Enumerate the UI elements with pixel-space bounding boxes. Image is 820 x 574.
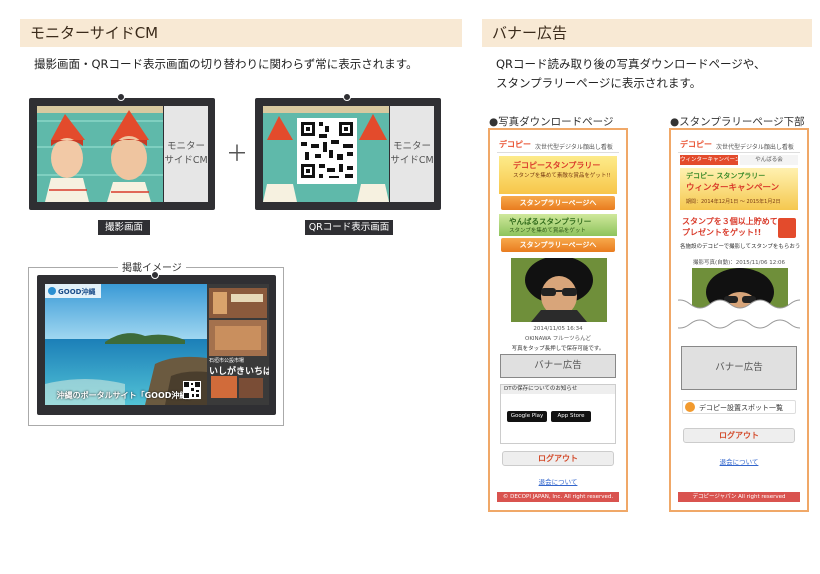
- hanging-hole: [117, 93, 125, 101]
- tab-yanbaru[interactable]: やんばる会: [740, 155, 798, 165]
- qr-screen: [263, 106, 389, 202]
- shop-subtitle: 石垣市公設市場: [209, 358, 245, 364]
- page-footer: デコピージャパン All right reserved: [678, 492, 800, 502]
- sample-side-cm: 石垣市公設市場 いしがきいちば: [207, 284, 269, 405]
- stamp-rally-page: デコピー 次世代型デジタル顔出し看板 ウィンターキャンペーン やんばる会 デコピ…: [678, 138, 800, 502]
- shooting-screen: [37, 106, 163, 202]
- winter-campaign-banner: デコピー スタンプラリー ウィンターキャンペーン 期間：2014年12月1日 〜…: [680, 168, 798, 210]
- campaign-date: 期間：2014年12月1日 〜 2015年1月2日: [686, 199, 781, 205]
- withdrawal-link[interactable]: 退会について: [497, 476, 619, 486]
- hanging-hole: [151, 271, 159, 279]
- campaign-title: デコピースタンプラリー: [513, 161, 601, 170]
- qr-screen-image: [263, 106, 389, 202]
- right-section-title: バナー広告: [482, 19, 812, 47]
- qr-code-icon: [184, 382, 200, 398]
- yanbaru-campaign-banner[interactable]: やんばるスタンプラリー スタンプを集めて賞品をゲット: [499, 214, 617, 236]
- withdrawal-link[interactable]: 退会について: [678, 456, 800, 466]
- sample-monitor: GOOD沖縄 沖縄のポータルサイト「GOOD沖縄」 石垣市公設市場 いしがきいち…: [37, 271, 276, 415]
- plus-sign: ＋: [226, 142, 249, 167]
- logout-button[interactable]: ログアウト: [502, 451, 614, 466]
- monitor-side-cm-box: モニター サイドCM: [390, 106, 434, 202]
- photo-place: OKINAWA フルーツらんど: [524, 336, 591, 342]
- right-description-line1: QRコード読み取り後の写真ダウンロードページや、: [496, 57, 766, 71]
- banner-ad-slot[interactable]: バナー広告: [681, 346, 797, 390]
- qr-screen-caption: QRコード表示画面: [305, 220, 393, 235]
- costume-faces-image: [37, 106, 163, 202]
- banner-ad-slot[interactable]: バナー広告: [500, 354, 616, 378]
- campaign-title: デコピー スタンプラリー: [686, 172, 766, 180]
- present-icon: [778, 218, 796, 238]
- app-store-button[interactable]: App Store: [551, 411, 591, 422]
- campaign-main: ウィンターキャンペーン: [686, 183, 780, 193]
- sample-qr-code: [183, 381, 201, 399]
- left-section-description: 撮影画面・QRコード表示画面の切り替わりに関わらず常に表示されます。: [34, 57, 418, 71]
- page-header: デコピー 次世代型デジタル顔出し看板: [678, 138, 800, 153]
- monitor-side-cm-box: モニター サイドCM: [164, 106, 208, 202]
- campaign-subtitle: スタンプを集めて素敵な賞品をゲット!!: [513, 173, 611, 179]
- header-text: 次世代型デジタル顔出し看板: [716, 144, 794, 151]
- arrow-circle-icon: [685, 402, 695, 412]
- photo-save-note: 写真をタップ長押しで保存可能です。: [511, 346, 605, 352]
- stamp-rally-page-button-2[interactable]: スタンプラリーページへ: [501, 238, 615, 252]
- photo-download-page: デコピー 次世代型デジタル顔出し看板 デコピースタンプラリー スタンプを集めて素…: [497, 138, 619, 502]
- decopi-logo: デコピー: [680, 140, 712, 149]
- right-description-line2: スタンプラリーページに表示されます。: [496, 76, 702, 90]
- app-info-title: DTの保存についてのお知らせ: [501, 385, 615, 394]
- hanging-hole: [343, 93, 351, 101]
- shot-date: 撮影写真(自動)：2015/11/06 12:06: [692, 260, 786, 266]
- logout-button[interactable]: ログアウト: [683, 428, 795, 443]
- google-play-button[interactable]: Google Play: [507, 411, 547, 422]
- stamp-rally-campaign-banner[interactable]: デコピースタンプラリー スタンプを集めて素敵な賞品をゲット!!: [499, 156, 617, 194]
- shooting-screen-caption: 撮影画面: [98, 220, 150, 235]
- monitor-shooting: モニター サイドCM: [29, 93, 215, 210]
- photo-download-page-label: ●写真ダウンロードページ: [489, 116, 614, 128]
- page-footer: © DECOPI JAPAN, Inc. All right reserved.: [497, 492, 619, 502]
- wavy-cut-divider: [678, 299, 800, 329]
- afro-sunglasses-photo: [511, 258, 607, 322]
- monitor-qr: モニター サイドCM: [255, 93, 441, 210]
- spot-list-label: デコピー設置スポット一覧: [699, 404, 783, 412]
- page-header: デコピー 次世代型デジタル顔出し看板: [497, 138, 619, 153]
- decopi-logo: デコピー: [499, 140, 531, 149]
- photo-date: 2014/11/05 16:34: [533, 326, 583, 332]
- spot-list-button[interactable]: デコピー設置スポット一覧: [682, 400, 796, 414]
- campaign2-subtitle: スタンプを集めて賞品をゲット: [509, 228, 586, 234]
- promo-line2: プレゼントをゲット!!: [682, 228, 762, 237]
- promo-note: 各施設のデコピーで撮影してスタンプをもらおう: [680, 244, 800, 250]
- stamp-rally-page-button[interactable]: スタンプラリーページへ: [501, 196, 615, 210]
- shop-name: いしがきいちば: [209, 367, 269, 377]
- phone-photo-download: デコピー 次世代型デジタル顔出し看板 デコピースタンプラリー スタンプを集めて素…: [488, 128, 628, 512]
- stamp-rally-page-label: ●スタンプラリーページ下部: [670, 116, 805, 128]
- good-okinawa-logo: GOOD沖縄: [58, 288, 96, 296]
- market-photo-image: [207, 284, 269, 405]
- phone-stamp-rally: デコピー 次世代型デジタル顔出し看板 ウィンターキャンペーン やんばる会 デコピ…: [669, 128, 809, 512]
- downloaded-photo[interactable]: [511, 258, 607, 322]
- promo-line1: スタンプを３個以上貯めて: [682, 217, 778, 226]
- app-info-box: DTの保存についてのお知らせ Google Play App Store: [500, 384, 616, 444]
- tab-winter-campaign[interactable]: ウィンターキャンペーン: [680, 155, 740, 165]
- header-text: 次世代型デジタル顔出し看板: [535, 144, 613, 151]
- left-section-title: モニターサイドCM: [20, 19, 462, 47]
